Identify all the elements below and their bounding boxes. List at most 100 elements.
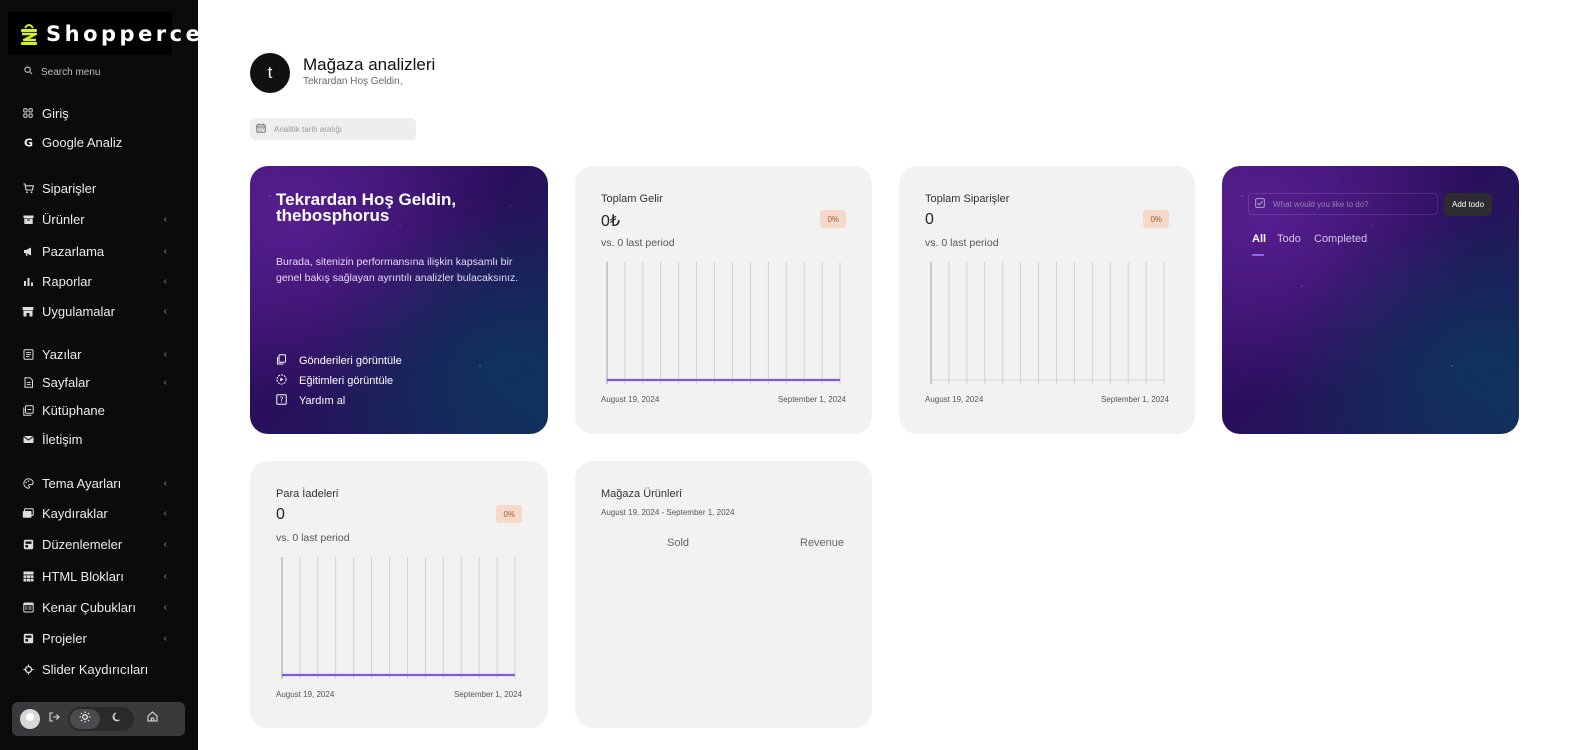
chevron-left-icon: ‹ — [163, 477, 167, 489]
store-products-card: Mağaza Ürünleri August 19, 2024 - Septem… — [575, 461, 872, 728]
brand-logo[interactable]: Shopperce — [8, 12, 200, 55]
sidebar-item-sidebar[interactable]: Kenar Çubukları ‹ — [22, 596, 167, 618]
sidebar-item-label: Kenar Çubukları — [42, 599, 136, 615]
chevron-left-icon: ‹ — [163, 632, 167, 644]
palette-icon — [22, 477, 34, 489]
chart-end-date: September 1, 2024 — [1100, 395, 1169, 404]
sidebar-item-grid[interactable]: Giriş — [22, 102, 167, 124]
chart-start-date: August 19, 2024 — [276, 690, 335, 699]
view-tutorials-label: Eğitimleri görüntüle — [299, 375, 394, 387]
chevron-left-icon: ‹ — [163, 245, 167, 257]
sidebar-item-google[interactable]: G Google Analiz — [22, 131, 167, 153]
bar-chart-icon — [22, 275, 34, 287]
theme-toggle — [68, 707, 134, 731]
sidebar-item-label: Pazarlama — [42, 243, 105, 259]
sidebar-item-library[interactable]: Kütüphane — [22, 399, 167, 421]
sidebar-item-store[interactable]: Uygulamalar ‹ — [22, 300, 167, 322]
todo-card: What would you like to do? Add todo All … — [1222, 166, 1519, 434]
sidebar-item-label: Slider Kaydırıcıları — [42, 661, 149, 677]
sidebar-search[interactable]: Search menu — [24, 66, 100, 78]
sidebar-item-cart[interactable]: Siparişler — [22, 177, 167, 199]
welcome-title: Tekrardan Hoş Geldin, thebosphorus — [276, 190, 457, 225]
checkbox-icon — [1255, 198, 1265, 210]
sidebar-item-mail[interactable]: İletişim — [22, 428, 167, 450]
search-menu-placeholder: Search menu — [41, 66, 101, 78]
megaphone-icon — [22, 245, 34, 257]
column-header-revenue: Revenue — [800, 537, 845, 549]
date-range-placeholder: Analitik tarih aralığı — [274, 124, 343, 134]
view-posts-link[interactable]: Gönderileri görüntüle — [276, 353, 402, 369]
sidebar-item-label: Kaydıraklar — [42, 505, 108, 521]
sidebar-item-label: İletişim — [42, 431, 83, 447]
page-subtitle: Tekrardan Hoş Geldin, — [303, 76, 403, 87]
sidebar-item-palette[interactable]: Tema Ayarları ‹ — [22, 472, 167, 494]
brand-name: Shopperce — [46, 21, 204, 46]
sidebar-item-slides[interactable]: Kaydıraklar ‹ — [22, 502, 167, 524]
user-avatar[interactable] — [20, 709, 40, 729]
products-date-range: August 19, 2024 - September 1, 2024 — [601, 508, 735, 517]
moon-icon — [111, 710, 123, 728]
chart-end-date: September 1, 2024 — [777, 395, 846, 404]
get-help-label: Yardım al — [299, 395, 346, 407]
slides-icon — [22, 507, 34, 519]
library-icon — [22, 404, 34, 416]
comparison-text: vs. 0 last period — [925, 237, 999, 249]
add-todo-button[interactable]: Add todo — [1444, 193, 1492, 216]
sidebar-item-label: Raporlar — [42, 273, 92, 289]
dark-mode-button[interactable] — [102, 709, 132, 729]
sidebar-item-label: Tema Ayarları — [42, 475, 122, 491]
sidebar-item-label: Google Analiz — [42, 134, 123, 150]
change-badge: 0% — [1143, 210, 1169, 228]
sidebar-item-projects[interactable]: Projeler ‹ — [22, 627, 167, 649]
total-orders-card: Toplam Siparişler 0 0% vs. 0 last period… — [899, 166, 1195, 434]
sidebar-item-bar-chart[interactable]: Raporlar ‹ — [22, 270, 167, 292]
products-title: Mağaza Ürünleri — [601, 488, 682, 500]
revenue-chart — [606, 262, 841, 384]
comparison-text: vs. 0 last period — [601, 237, 675, 249]
copy-icon — [276, 354, 287, 368]
sidebar-item-layout[interactable]: Düzenlemeler ‹ — [22, 533, 167, 555]
tab-todo[interactable]: Todo — [1277, 233, 1301, 245]
search-icon — [24, 66, 33, 78]
slider-icon — [22, 663, 34, 675]
home-icon[interactable] — [146, 710, 159, 728]
projects-icon — [22, 632, 34, 644]
get-help-link[interactable]: ? Yardım al — [276, 393, 345, 409]
sidebar-item-page[interactable]: Sayfalar ‹ — [22, 371, 167, 393]
sidebar-item-label: Kütüphane — [42, 402, 105, 418]
sidebar-item-article[interactable]: Yazılar ‹ — [22, 343, 167, 365]
welcome-description: Burada, sitenizin performansına ilişkin … — [276, 256, 519, 284]
chevron-left-icon: ‹ — [163, 507, 167, 519]
date-range-picker[interactable]: Analitik tarih aralığı — [250, 118, 416, 140]
sidebar-item-box[interactable]: Ürünler ‹ — [22, 208, 167, 230]
stat-value: 0 — [925, 211, 934, 228]
tab-all[interactable]: All — [1252, 233, 1266, 245]
page-title: Mağaza analizleri — [303, 55, 436, 74]
sun-icon — [79, 710, 91, 728]
chevron-left-icon: ‹ — [163, 376, 167, 388]
chevron-left-icon: ‹ — [163, 570, 167, 582]
view-tutorials-link[interactable]: Eğitimleri görüntüle — [276, 373, 393, 389]
sidebar: Shopperce Search menu Giriş G Google Anali… — [0, 0, 200, 750]
play-circle-icon — [276, 374, 287, 388]
sidebar-item-label: Sayfalar — [42, 374, 90, 390]
store-avatar[interactable]: t — [250, 53, 290, 93]
chart-start-date: August 19, 2024 — [601, 395, 660, 404]
sidebar-item-blocks[interactable]: HTML Blokları ‹ — [22, 565, 167, 587]
layout-icon — [22, 538, 34, 550]
tab-completed[interactable]: Completed — [1314, 233, 1367, 245]
logout-icon[interactable] — [48, 710, 60, 728]
mail-icon — [22, 433, 34, 445]
svg-text:G: G — [23, 137, 32, 148]
chart-start-date: August 19, 2024 — [925, 395, 984, 404]
sidebar-item-label: Ürünler — [42, 211, 85, 227]
chevron-left-icon: ‹ — [163, 305, 167, 317]
todo-input[interactable]: What would you like to do? — [1248, 193, 1438, 215]
chart-end-date: September 1, 2024 — [453, 690, 522, 699]
stat-value: 0₺ — [601, 213, 621, 230]
active-tab-indicator — [1252, 254, 1264, 256]
light-mode-button[interactable] — [70, 709, 100, 729]
column-header-sold: Sold — [667, 537, 690, 549]
sidebar-item-slider[interactable]: Slider Kaydırıcıları — [22, 658, 167, 680]
sidebar-item-megaphone[interactable]: Pazarlama ‹ — [22, 240, 167, 262]
